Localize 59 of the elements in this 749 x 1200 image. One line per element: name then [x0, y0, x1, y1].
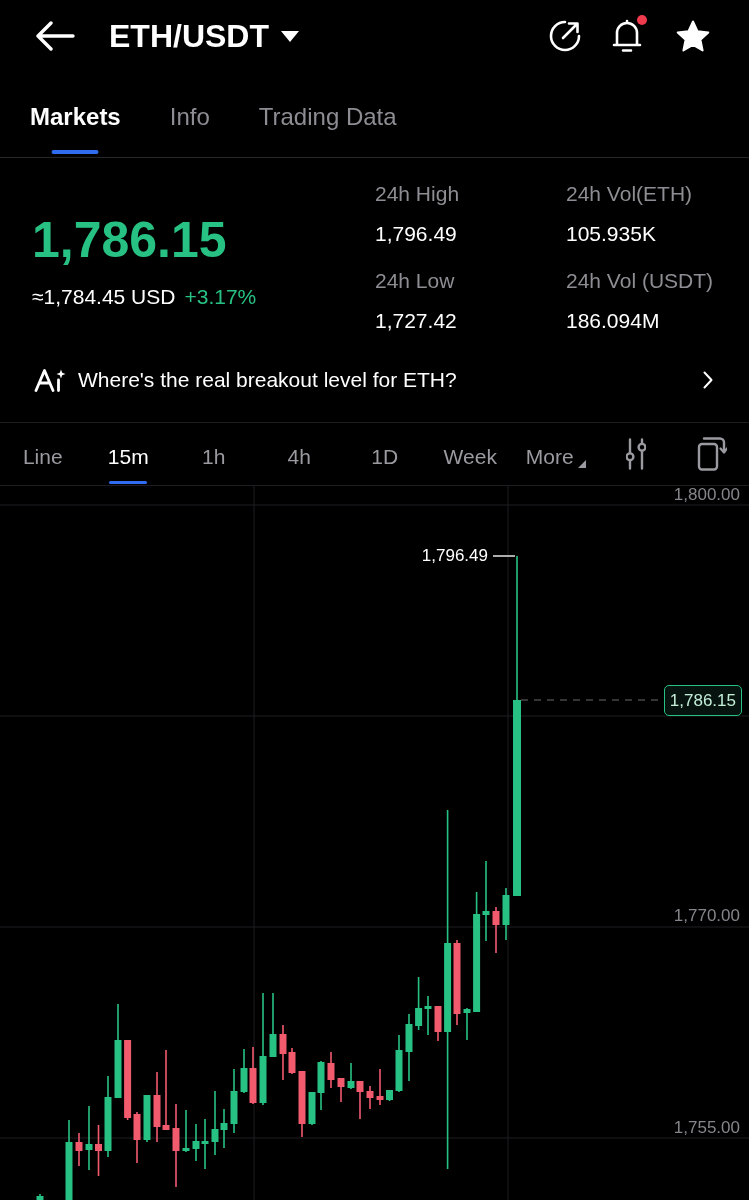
candlestick: [434, 1005, 442, 1042]
candlestick: [143, 1094, 151, 1143]
interval-tab[interactable]: 1D: [342, 423, 428, 485]
candlestick: [182, 1109, 190, 1153]
candlestick: [269, 992, 277, 1058]
stat-label: 24h Vol (USDT): [566, 268, 714, 294]
sliders-icon[interactable]: [625, 438, 646, 470]
phone-rotate-icon[interactable]: [696, 437, 727, 471]
price-change: +3.17%: [184, 284, 257, 310]
candlestick: [75, 1132, 83, 1167]
candlestick: [366, 1085, 374, 1110]
candlestick: [492, 906, 500, 954]
usd-price: ≈1,784.45 USD: [32, 284, 176, 310]
stat-value: 186.094M: [566, 308, 660, 334]
candlestick: [395, 1034, 403, 1093]
stat-label: 24h Low: [375, 268, 455, 294]
stat-value: 105.935K: [566, 221, 656, 247]
candlestick: [298, 1070, 306, 1138]
star-icon[interactable]: [676, 20, 710, 52]
candlestick: [327, 1051, 335, 1089]
ai-sparkle-icon: [34, 368, 66, 392]
axis-label: 1,755.00: [673, 1119, 740, 1137]
candlestick: [376, 1068, 384, 1106]
caret-icon: [281, 30, 299, 42]
back-arrow-icon[interactable]: [35, 21, 75, 51]
interval-tab[interactable]: 4h: [256, 423, 342, 485]
axis-label: 1,800.00: [673, 486, 740, 504]
leader-line: [492, 555, 516, 557]
high-price-label: 1,796.49: [421, 546, 488, 566]
axis-label: 1,770.00: [673, 907, 740, 925]
insight-link[interactable]: Where's the real breakout level for ETH?: [78, 366, 457, 394]
stat-label: 24h High: [375, 181, 460, 207]
stat-label: 24h Vol(ETH): [566, 181, 693, 207]
tab[interactable]: Markets: [30, 72, 121, 157]
candlestick: [463, 1007, 471, 1041]
candlestick: [36, 1193, 44, 1200]
stat-value: 1,796.49: [375, 221, 457, 247]
caret-icon: [577, 460, 586, 468]
candlestick: [230, 1068, 238, 1134]
candlestick: [337, 1077, 345, 1103]
stat-value: 1,727.42: [375, 308, 457, 334]
pair-selector[interactable]: ETH/USDT: [109, 16, 299, 56]
interval-tab[interactable]: More: [513, 423, 599, 485]
candlestick: [85, 1105, 93, 1171]
bell-icon[interactable]: [612, 19, 642, 53]
chevron-right-icon[interactable]: [703, 371, 713, 389]
interval-tab[interactable]: Line: [0, 423, 86, 485]
tab[interactable]: Trading Data: [258, 72, 397, 157]
interval-tab[interactable]: 1h: [171, 423, 257, 485]
tab[interactable]: Info: [169, 72, 210, 157]
interval-tab[interactable]: 15m: [85, 423, 171, 485]
candlestick: [405, 1013, 413, 1082]
share-icon[interactable]: [549, 20, 581, 52]
price-tag: 1,786.15: [663, 685, 742, 716]
candlestick: [386, 1089, 393, 1102]
candlestick: [502, 887, 510, 941]
candlestick: [95, 1124, 102, 1177]
interval-tab[interactable]: Week: [427, 423, 513, 485]
last-price: 1,786.15: [32, 212, 227, 268]
